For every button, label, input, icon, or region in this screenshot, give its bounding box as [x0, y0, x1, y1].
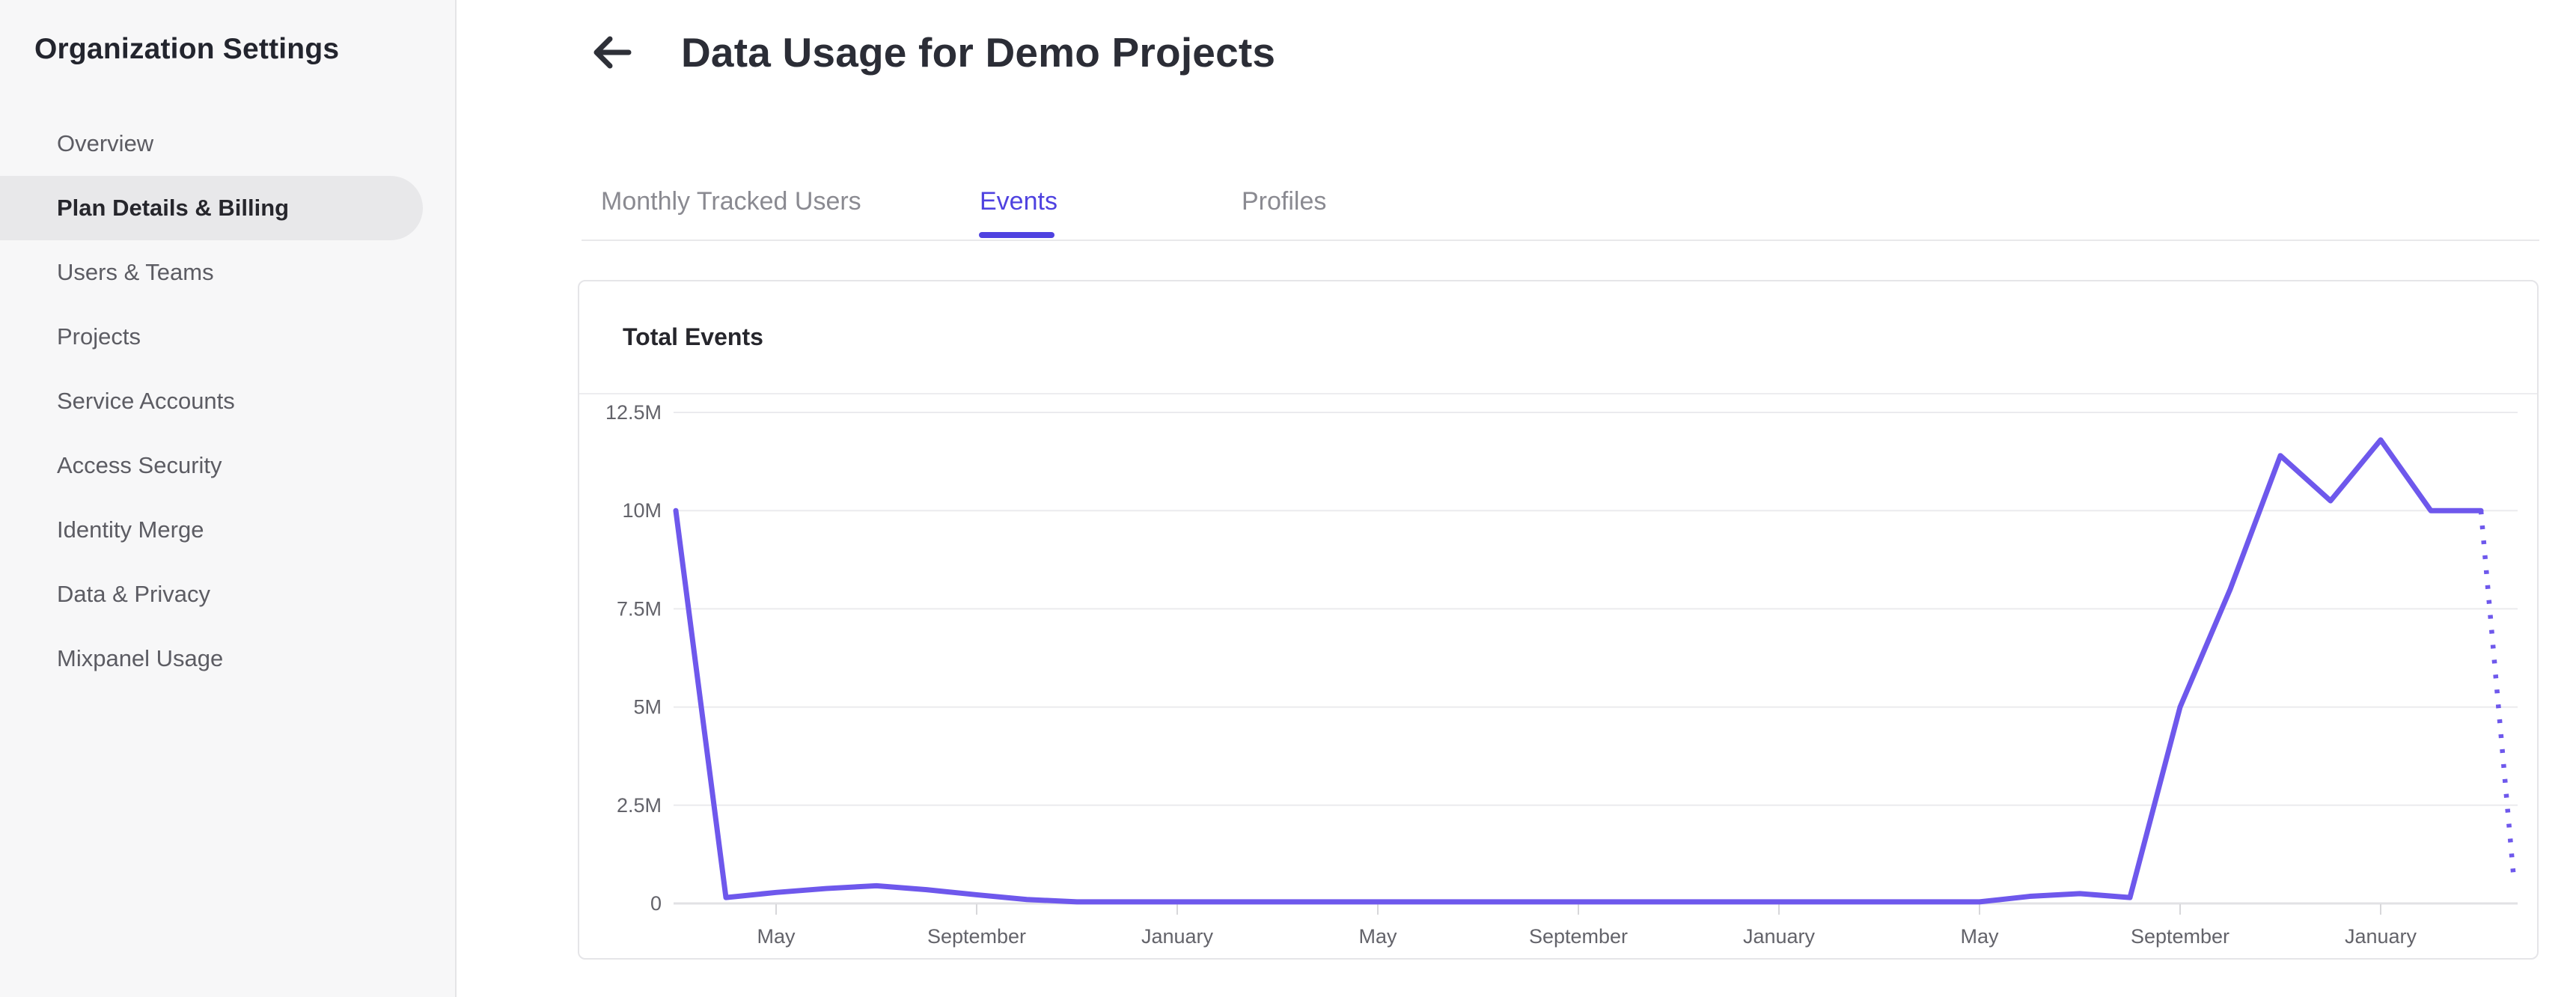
x-tick-label: January	[1141, 925, 1214, 948]
x-tick-label: September	[927, 925, 1026, 948]
x-tick-label: May	[757, 925, 796, 948]
x-tick-label: January	[2345, 925, 2417, 948]
x-tick-label: May	[1960, 925, 1999, 948]
events-line-chart: 12.5M 10M 7.5M 5M 2.5M 0 May September January Ma…	[605, 401, 2518, 948]
y-tick-label: 12.5M	[605, 401, 662, 424]
x-tick-label: September	[2131, 925, 2229, 948]
y-tick-label: 0	[650, 892, 662, 915]
total-events-line	[673, 437, 2484, 905]
x-tick-label: January	[1743, 925, 1816, 948]
y-tick-label: 2.5M	[617, 794, 662, 817]
x-tick-label: September	[1529, 925, 1628, 948]
organization-settings-page: Organization Settings Overview Plan Detai…	[0, 0, 2576, 997]
y-tick-label: 5M	[633, 696, 662, 719]
y-tick-label: 7.5M	[617, 597, 662, 620]
y-tick-label: 10M	[622, 499, 662, 522]
x-tick-label: May	[1358, 925, 1397, 948]
total-events-line-projected	[2478, 510, 2516, 876]
